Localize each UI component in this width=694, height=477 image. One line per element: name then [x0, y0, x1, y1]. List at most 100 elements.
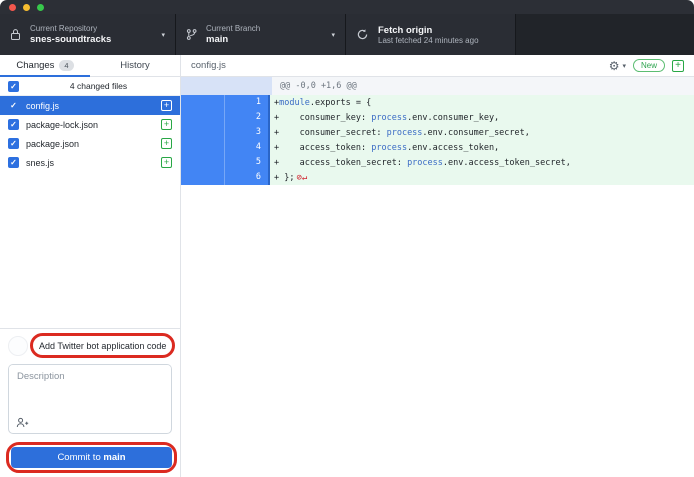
code-segment: .env.consumer_secret,: [422, 128, 529, 138]
titlebar: [0, 0, 694, 14]
close-window-button[interactable]: [9, 4, 16, 11]
line-number-gutter[interactable]: 6: [181, 170, 270, 185]
no-newline-marker-icon: ⊘↵: [296, 173, 307, 183]
line-number-gutter[interactable]: 1: [181, 95, 270, 110]
changes-count-badge: 4: [59, 60, 73, 71]
line-number-gutter[interactable]: 5: [181, 155, 270, 170]
current-repository-label: Current Repository: [30, 24, 157, 33]
old-line-number: [181, 95, 225, 110]
commit-summary-input[interactable]: [33, 337, 172, 355]
commit-button-annotation-highlight: Commit to main: [6, 442, 177, 473]
new-line-number: 3: [225, 125, 268, 140]
file-row-snes.js[interactable]: ✓ snes.js +: [0, 153, 180, 172]
diff-line: 4+ access_token: process.env.access_toke…: [181, 140, 694, 155]
repository-dropdown-caret-icon: ▾: [161, 31, 165, 39]
line-number-gutter[interactable]: 4: [181, 140, 270, 155]
new-line-number: 2: [225, 110, 268, 125]
zoom-window-button[interactable]: [37, 4, 44, 11]
file-include-checkbox[interactable]: ✓: [8, 157, 19, 168]
sidebar-tabs: Changes 4 History: [0, 55, 180, 77]
current-repository-button[interactable]: Current Repository snes-soundtracks ▾: [0, 14, 176, 55]
old-line-number: [181, 140, 225, 155]
code-segment: .exports = {: [310, 98, 371, 108]
hunk-gutter: [181, 77, 272, 95]
diff-lines: 1+module.exports = {2+ consumer_key: pro…: [181, 95, 694, 185]
file-include-checkbox[interactable]: ✓: [8, 138, 19, 149]
file-include-checkbox[interactable]: ✓: [8, 100, 19, 111]
diff-options-button[interactable]: ⚙ ▾: [609, 60, 626, 72]
commit-description-box: [8, 364, 172, 434]
file-status-added-icon: +: [161, 100, 172, 111]
summary-annotation-highlight: [30, 333, 175, 358]
code-segment: process: [371, 113, 407, 123]
diff-file-name: config.js: [191, 60, 609, 71]
diff-line: 3+ consumer_secret: process.env.consumer…: [181, 125, 694, 140]
diff-line-content: +module.exports = {: [270, 95, 694, 110]
diff-line-content: + access_token: process.env.access_token…: [270, 140, 694, 155]
add-coauthor-icon[interactable]: [16, 417, 29, 428]
old-line-number: [181, 125, 225, 140]
hunk-header-row: @@ -0,0 +1,6 @@: [181, 77, 694, 95]
current-branch-button[interactable]: Current Branch main ▾: [176, 14, 346, 55]
commit-area: Commit to main: [0, 328, 180, 477]
diff-line: 5+ access_token_secret: process.env.acce…: [181, 155, 694, 170]
changed-files-header: ✓ 4 changed files: [0, 77, 180, 96]
diff-line-content: + consumer_key: process.env.consumer_key…: [270, 110, 694, 125]
code-segment: module: [279, 98, 310, 108]
file-include-checkbox[interactable]: ✓: [8, 119, 19, 130]
code-segment: process: [371, 143, 407, 153]
sidebar-spacer: [0, 172, 180, 328]
commit-description-input[interactable]: [9, 365, 171, 417]
lock-icon: [10, 28, 21, 41]
tab-changes[interactable]: Changes 4: [0, 55, 90, 76]
file-row-package.json[interactable]: ✓ package.json +: [0, 134, 180, 153]
old-line-number: [181, 110, 225, 125]
hunk-header-text: @@ -0,0 +1,6 @@: [272, 77, 694, 95]
diff-line: 2+ consumer_key: process.env.consumer_ke…: [181, 110, 694, 125]
code-segment: process: [387, 128, 423, 138]
gear-icon: ⚙: [609, 60, 620, 72]
commit-button-branch: main: [103, 452, 125, 463]
code-segment: .env.access_token_secret,: [443, 158, 571, 168]
commit-button-prefix: Commit to: [57, 452, 103, 463]
diff-line-content: + access_token_secret: process.env.acces…: [270, 155, 694, 170]
current-branch-label: Current Branch: [206, 24, 327, 33]
current-repository-value: snes-soundtracks: [30, 34, 157, 45]
file-status-added-icon: +: [161, 119, 172, 130]
file-added-icon: +: [672, 60, 684, 72]
file-name: package.json: [26, 139, 154, 149]
code-segment: + consumer_secret:: [274, 128, 387, 138]
tab-history[interactable]: History: [90, 55, 180, 76]
file-row-config.js[interactable]: ✓ config.js +: [0, 96, 180, 115]
select-all-checkbox[interactable]: ✓: [8, 81, 19, 92]
fetch-origin-button[interactable]: Fetch origin Last fetched 24 minutes ago: [346, 14, 516, 55]
file-name: snes.js: [26, 158, 154, 168]
new-line-number: 4: [225, 140, 268, 155]
changes-sidebar: Changes 4 History ✓ 4 changed files ✓ con…: [0, 55, 181, 477]
file-name: package-lock.json: [26, 120, 154, 130]
minimize-window-button[interactable]: [23, 4, 30, 11]
new-line-number: 6: [225, 170, 268, 185]
file-status-added-icon: +: [161, 138, 172, 149]
user-avatar: [8, 336, 28, 356]
diff-line: 1+module.exports = {: [181, 95, 694, 110]
file-status-new-badge: New: [633, 59, 665, 72]
line-number-gutter[interactable]: 2: [181, 110, 270, 125]
diff-line-content: + consumer_secret: process.env.consumer_…: [270, 125, 694, 140]
tab-changes-label: Changes: [16, 60, 54, 71]
commit-to-main-button[interactable]: Commit to main: [11, 447, 172, 468]
current-branch-value: main: [206, 34, 327, 45]
diff-panel: config.js ⚙ ▾ New + @@ -0,0 +1,6 @@ 1+mo…: [181, 55, 694, 477]
app-toolbar: Current Repository snes-soundtracks ▾ Cu…: [0, 14, 694, 55]
code-segment: + access_token:: [274, 143, 371, 153]
file-status-added-icon: +: [161, 157, 172, 168]
code-segment: + };: [274, 173, 294, 183]
file-list: ✓ config.js + ✓ package-lock.json + ✓ package.j…: [0, 96, 180, 172]
file-row-package-lock.json[interactable]: ✓ package-lock.json +: [0, 115, 180, 134]
file-name: config.js: [26, 101, 154, 111]
old-line-number: [181, 170, 225, 185]
changed-files-count: 4 changed files: [25, 81, 172, 91]
code-segment: + consumer_key:: [274, 113, 371, 123]
line-number-gutter[interactable]: 3: [181, 125, 270, 140]
diff-line-content: + };⊘↵: [270, 170, 694, 185]
